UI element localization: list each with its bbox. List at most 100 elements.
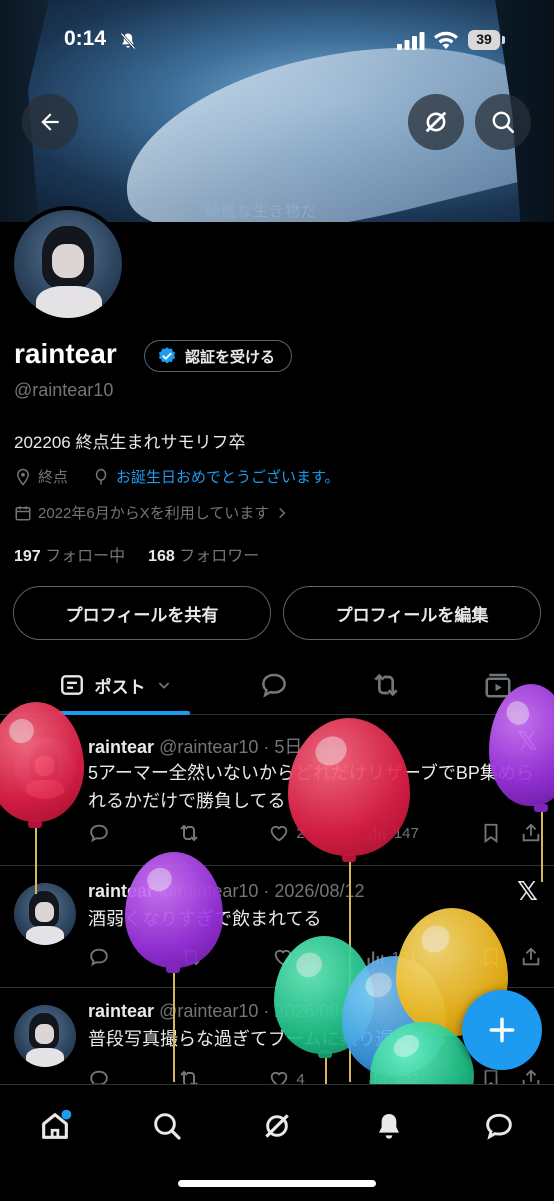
location-pin-icon: [16, 468, 30, 486]
views-icon: [367, 951, 384, 965]
post-author: raintear: [88, 1001, 155, 1021]
signal-icon: [397, 32, 425, 50]
tab-posts[interactable]: ポスト: [40, 656, 190, 714]
views-icon: [369, 827, 386, 841]
profile-joined[interactable]: 2022年6月からXを利用しています: [14, 502, 289, 523]
post-actions: 2 147: [88, 821, 542, 845]
following-count: 197: [14, 548, 41, 565]
plus-icon: [489, 1017, 515, 1043]
grok-icon: [265, 1114, 289, 1138]
post-text: 酒弱くなりすぎで飲まれてる: [88, 909, 322, 929]
nav-notifications[interactable]: [364, 1101, 414, 1151]
chevron-right-icon: [279, 507, 286, 518]
tab-posts-label: ポスト: [94, 677, 146, 697]
post-handle-time: @raintear10 · 5日: [159, 737, 303, 757]
get-verified-button[interactable]: 認証を受ける: [144, 340, 293, 372]
profile-bio: 202206 終点生まれサモリフ卒: [14, 433, 246, 452]
post-author: raintear: [88, 881, 155, 901]
wifi-icon: [434, 31, 458, 49]
profile-avatar[interactable]: [10, 206, 126, 322]
status-time: 0:14: [64, 27, 107, 50]
edit-profile-button[interactable]: プロフィールを編集: [283, 586, 541, 640]
x-logo-icon: 𝕏: [517, 727, 538, 757]
views-button[interactable]: 147: [366, 822, 419, 844]
joined-text: 2022年6月からXを利用しています: [38, 505, 270, 522]
reply-icon: [90, 948, 108, 967]
balloon-icon: [95, 468, 107, 484]
reply-button[interactable]: [88, 946, 116, 968]
verified-badge-icon: [158, 347, 176, 364]
post-avatar[interactable]: [14, 1005, 76, 1067]
repost-icon: [180, 824, 198, 842]
bell-off-icon: [120, 32, 136, 50]
bell-icon: [379, 1114, 399, 1139]
followers-link[interactable]: 168 フォロワー: [148, 548, 259, 565]
like-count: 2: [296, 824, 305, 842]
nav-home[interactable]: [30, 1101, 80, 1151]
nav-explore[interactable]: [142, 1101, 192, 1151]
tab-reposts[interactable]: [360, 656, 412, 714]
back-button[interactable]: [22, 94, 78, 150]
home-indicator: [178, 1180, 376, 1187]
compose-post-button[interactable]: [462, 990, 542, 1070]
share-icon[interactable]: [520, 822, 542, 844]
followers-count: 168: [148, 548, 175, 565]
search-icon: [492, 111, 515, 134]
banner-caption: 綺麗な生き物だ: [205, 203, 318, 220]
profile-tabs: ポスト: [0, 656, 554, 715]
battery-level: 39: [476, 31, 492, 47]
heart-icon: [271, 825, 288, 842]
calendar-icon: [15, 505, 31, 520]
grok-icon: [425, 111, 447, 133]
repost-button[interactable]: [177, 821, 207, 845]
profile-handle: @raintear10: [14, 380, 114, 400]
grok-button[interactable]: [408, 94, 464, 150]
post-avatar[interactable]: [14, 737, 76, 799]
repost-icon: [182, 948, 200, 966]
repost-button[interactable]: [179, 945, 209, 969]
post-handle-time: @raintear10 · 2026/08/11: [159, 1001, 364, 1021]
search-button[interactable]: [475, 94, 531, 150]
reply-button[interactable]: [88, 822, 116, 844]
post-header: raintear @raintear10 · 5日: [88, 733, 302, 759]
following-link[interactable]: 197 フォロー中: [14, 548, 125, 565]
bookmark-icon[interactable]: [480, 822, 502, 844]
share-icon[interactable]: [520, 946, 542, 968]
profile-birthday[interactable]: お誕生日おめでとうございます。: [92, 466, 340, 487]
display-name: raintear: [14, 338, 117, 369]
bookmark-icon[interactable]: [480, 946, 502, 968]
message-icon: [486, 1113, 512, 1140]
reply-bubble-icon: [262, 673, 286, 698]
posts-icon: [60, 675, 83, 695]
nav-grok[interactable]: [252, 1101, 302, 1151]
repost-icon: [374, 673, 398, 697]
battery-icon: 39: [468, 30, 506, 50]
chevron-down-icon: [158, 682, 169, 689]
like-button[interactable]: [272, 946, 300, 968]
views-button[interactable]: 121: [364, 946, 417, 968]
get-verified-label: 認証を受ける: [185, 348, 276, 366]
tab-media[interactable]: [472, 656, 524, 714]
follow-stats: 197 フォロー中 168 フォロワー: [14, 542, 259, 566]
post-item[interactable]: raintear @raintear10 · 2026/08/12 𝕏 酒弱くな…: [0, 865, 554, 988]
arrow-left-icon: [41, 113, 59, 131]
post-handle-time: @raintear10 · 2026/08/12: [159, 881, 365, 901]
search-icon: [154, 1113, 181, 1140]
followers-label: フォロワー: [179, 548, 260, 565]
post-avatar[interactable]: [14, 883, 76, 945]
birthday-text: お誕生日おめでとうございます。: [116, 469, 340, 486]
view-count: 147: [393, 824, 419, 842]
nav-messages[interactable]: [474, 1101, 524, 1151]
post-author: raintear: [88, 737, 155, 757]
post-text: 5アーマー全然いないからどれだけリザーブでBP集められるかだけで勝負してる: [88, 763, 534, 811]
post-actions: 121: [88, 945, 542, 969]
home-icon: [42, 1109, 72, 1139]
tab-replies[interactable]: [248, 656, 300, 714]
share-profile-button[interactable]: プロフィールを共有: [13, 586, 271, 640]
post-header: raintear @raintear10 · 2026/08/11: [88, 1001, 363, 1022]
following-label: フォロー中: [45, 548, 126, 565]
post-item[interactable]: raintear @raintear10 · 5日 𝕏 5アーマー全然いないから…: [0, 715, 554, 866]
post-header: raintear @raintear10 · 2026/08/12: [88, 881, 364, 902]
view-count: 121: [391, 948, 417, 966]
like-button[interactable]: 2: [268, 822, 305, 844]
